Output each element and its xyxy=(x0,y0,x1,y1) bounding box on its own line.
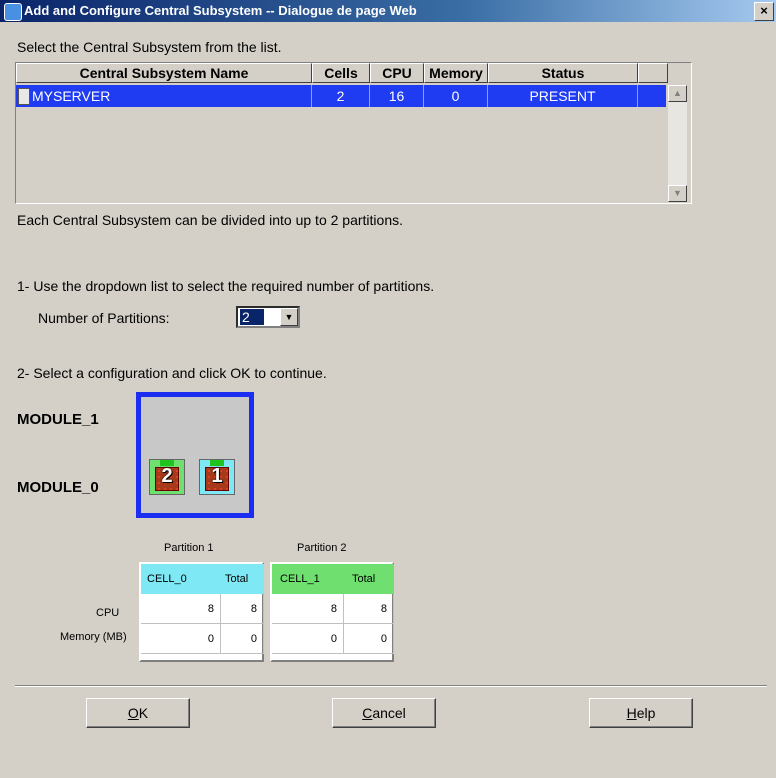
separator xyxy=(15,685,767,687)
help-label: elp xyxy=(636,705,656,721)
partition1-title: Partition 1 xyxy=(164,542,214,554)
help-button[interactable]: Help xyxy=(589,698,693,728)
partition1-table: CELL_0 Total 8 8 0 0 xyxy=(139,562,264,662)
cell-chip-2[interactable]: 2 xyxy=(149,459,185,495)
p1-cpu-cell: 8 xyxy=(141,594,221,624)
cpu-row-label: CPU xyxy=(96,607,120,619)
p2-cpu-cell: 8 xyxy=(272,594,344,624)
row-cells: 2 xyxy=(312,85,370,107)
row-name: MYSERVER xyxy=(32,88,111,104)
grid-scrollbar[interactable]: ▲ ▼ xyxy=(668,85,687,202)
partition1-header: CELL_0 Total xyxy=(141,564,264,594)
scroll-up-icon[interactable]: ▲ xyxy=(668,85,687,102)
window-title: Add and Configure Central Subsystem -- D… xyxy=(24,3,417,18)
partition2-table: CELL_1 Total 8 8 0 0 xyxy=(270,562,394,662)
partition2-header: CELL_1 Total xyxy=(272,564,394,594)
ok-label: K xyxy=(138,705,149,721)
cancel-accesskey: C xyxy=(362,705,373,721)
row-status: PRESENT xyxy=(488,85,638,107)
col-header-cpu[interactable]: CPU xyxy=(370,63,424,83)
help-accesskey: H xyxy=(626,705,637,721)
col-header-cells[interactable]: Cells xyxy=(312,63,370,83)
p2-mem-total: 0 xyxy=(344,624,394,654)
memory-row-label: Memory (MB) xyxy=(60,631,127,643)
cancel-button[interactable]: Cancel xyxy=(332,698,436,728)
p1-mem-total: 0 xyxy=(221,624,264,654)
cancel-label: ancel xyxy=(372,705,406,721)
col-header-memory[interactable]: Memory xyxy=(424,63,488,83)
row-cpu: 16 xyxy=(370,85,424,107)
p2-mem-cell: 0 xyxy=(272,624,344,654)
module0-label: MODULE_0 xyxy=(17,479,99,496)
col-header-name[interactable]: Central Subsystem Name xyxy=(16,63,312,83)
step2-text: 2- Select a configuration and click OK t… xyxy=(17,365,327,381)
cell-chip-1[interactable]: 1 xyxy=(199,459,235,495)
module-diagram: 2 1 xyxy=(136,392,254,518)
divide-note: Each Central Subsystem can be divided in… xyxy=(17,212,403,228)
partitions-value: 2 xyxy=(240,309,264,325)
chip-number: 1 xyxy=(211,465,223,487)
close-button[interactable]: × xyxy=(754,2,774,21)
table-row[interactable]: MYSERVER 2 16 0 PRESENT xyxy=(16,85,666,107)
partition2-title: Partition 2 xyxy=(297,542,347,554)
col-header-filler xyxy=(638,63,668,83)
module1-label: MODULE_1 xyxy=(17,411,99,428)
partition2-cell: CELL_1 xyxy=(280,573,320,585)
intro-text: Select the Central Subsystem from the li… xyxy=(17,39,282,55)
row-name-cell: MYSERVER xyxy=(16,85,312,107)
col-header-status[interactable]: Status xyxy=(488,63,638,83)
chip-number: 2 xyxy=(161,465,173,487)
partitions-select[interactable]: 2 ▼ xyxy=(236,306,300,328)
row-memory: 0 xyxy=(424,85,488,107)
partition1-cell: CELL_0 xyxy=(147,573,187,585)
ie-window-icon xyxy=(4,3,22,21)
partition1-total: Total xyxy=(225,573,249,585)
ok-button[interactable]: OK xyxy=(86,698,190,728)
partition2-total: Total xyxy=(352,573,376,585)
p1-mem-cell: 0 xyxy=(141,624,221,654)
p1-cpu-total: 8 xyxy=(221,594,264,624)
ok-accesskey: O xyxy=(127,705,139,721)
chevron-down-icon[interactable]: ▼ xyxy=(280,308,298,326)
partitions-label: Number of Partitions: xyxy=(38,310,170,326)
p2-cpu-total: 8 xyxy=(344,594,394,624)
subsystem-grid: Central Subsystem Name Cells CPU Memory … xyxy=(15,62,692,204)
title-bar: Add and Configure Central Subsystem -- D… xyxy=(0,0,776,22)
server-icon xyxy=(18,88,30,105)
scroll-down-icon[interactable]: ▼ xyxy=(668,185,687,202)
step1-text: 1- Use the dropdown list to select the r… xyxy=(17,278,435,294)
